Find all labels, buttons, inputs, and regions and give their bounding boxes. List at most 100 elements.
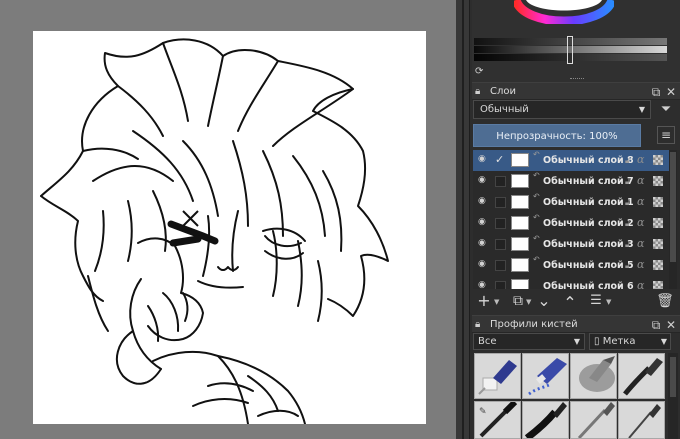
hamburger-icon[interactable]: ≡ — [657, 126, 675, 144]
refresh-icon[interactable]: ⟳ — [475, 66, 483, 77]
eye-icon[interactable]: ◉ — [478, 259, 486, 269]
checkbox[interactable] — [495, 197, 506, 208]
inherit-alpha-icon[interactable]: α — [637, 195, 644, 208]
tag-select[interactable]: ▯ Метка ▼ — [589, 333, 671, 350]
layer-type-icon: ↶ — [533, 192, 540, 201]
alpha-lock-icon[interactable]: 🔓︎ — [625, 219, 630, 229]
alpha-lock-icon[interactable]: 🔓︎ — [625, 156, 630, 166]
scrollbar-handle[interactable] — [670, 357, 676, 397]
lock-icon[interactable]: 🔒︎ — [475, 83, 480, 101]
opacity-slider[interactable]: Непрозрачность: 100% — [473, 124, 641, 147]
brush-filter-value: Все — [478, 336, 497, 347]
close-icon[interactable]: ✕ — [664, 318, 678, 332]
docker-splitter[interactable] — [462, 0, 464, 439]
layer-row[interactable]: ◉ ↶ Обычный слой 2 🔓︎ α — [473, 213, 669, 234]
chevron-down-icon[interactable]: ▼ — [526, 298, 531, 306]
inherit-alpha-icon[interactable]: α — [637, 153, 644, 166]
checkbox[interactable] — [495, 218, 506, 229]
layer-name: Обычный слой 2 — [543, 218, 634, 229]
move-up-icon[interactable]: ⌃ — [560, 293, 580, 313]
layer-row[interactable]: ◉ ↶ Обычный слой 3 🔓︎ α — [473, 234, 669, 255]
alpha-channel-icon[interactable] — [653, 197, 663, 207]
brush-preset-fineliner[interactable] — [570, 401, 617, 439]
layer-name: Обычный слой 8 — [543, 155, 634, 166]
alpha-lock-icon[interactable]: 🔓︎ — [625, 240, 630, 250]
alpha-channel-icon[interactable] — [653, 176, 663, 186]
layer-row[interactable]: ◉ ↶ Обычный слой 5 🔓︎ α — [473, 255, 669, 276]
tag-label: Метка — [602, 336, 636, 347]
eye-icon[interactable]: ◉ — [478, 175, 486, 185]
eye-icon[interactable]: ◉ — [478, 280, 486, 289]
alpha-channel-icon[interactable] — [653, 239, 663, 249]
brush-preset-pencil[interactable]: ✎ — [474, 401, 521, 439]
layer-type-icon: ↶ — [533, 234, 540, 243]
layer-thumbnail — [511, 174, 529, 188]
eye-icon[interactable]: ◉ — [478, 238, 486, 248]
panel-grip[interactable] — [570, 78, 584, 81]
checkbox[interactable] — [495, 239, 506, 250]
eye-icon[interactable]: ◉ — [478, 217, 486, 227]
brush-list-scrollbar[interactable] — [668, 353, 678, 439]
layer-thumbnail — [511, 258, 529, 272]
chevron-down-icon: ▼ — [660, 337, 667, 346]
alpha-lock-icon[interactable]: 🔓︎ — [625, 198, 630, 208]
color-ring[interactable] — [514, 0, 614, 24]
float-icon[interactable]: ⧉ — [649, 318, 663, 332]
checkbox[interactable] — [495, 281, 506, 289]
close-icon[interactable]: ✕ — [664, 85, 678, 99]
layer-row[interactable]: ◉ ↶ Обычный слой 1 🔓︎ α — [473, 192, 669, 213]
layers-panel-title: Слои — [490, 86, 516, 97]
add-icon[interactable]: + — [474, 291, 494, 311]
checkbox[interactable] — [495, 260, 506, 271]
blend-mode-select[interactable]: Обычный ▼ — [473, 100, 651, 119]
alpha-channel-icon[interactable] — [653, 218, 663, 228]
brush-preset-airbrush[interactable] — [570, 353, 617, 399]
brush-filter-select[interactable]: Все ▼ — [473, 333, 585, 350]
eye-icon[interactable]: ◉ — [478, 154, 486, 164]
chevron-down-icon[interactable]: ▼ — [606, 298, 611, 306]
alpha-lock-icon[interactable]: 🔓︎ — [625, 261, 630, 271]
layer-list-scrollbar[interactable] — [669, 150, 677, 289]
move-down-icon[interactable]: ⌄ — [534, 291, 554, 311]
alpha-lock-icon[interactable]: 🔓︎ — [625, 177, 630, 187]
layer-row[interactable]: ◉ ↶ Обычный слой 7 🔓︎ α — [473, 171, 669, 192]
layer-row[interactable]: ◉ Обычный слой 6 α — [473, 276, 669, 289]
properties-icon[interactable]: ☰ — [586, 291, 606, 311]
inherit-alpha-icon[interactable]: α — [637, 279, 644, 289]
brush-preset-marker[interactable] — [618, 353, 665, 399]
brush-presets-title: Профили кистей — [490, 319, 578, 330]
checkbox[interactable] — [495, 176, 506, 187]
eye-icon[interactable]: ◉ — [478, 196, 486, 206]
lock-icon[interactable]: 🔒︎ — [475, 316, 480, 334]
inherit-alpha-icon[interactable]: α — [637, 174, 644, 187]
value-cursor[interactable] — [567, 36, 573, 64]
brush-preset-ink-pen[interactable] — [522, 401, 569, 439]
alpha-channel-icon[interactable] — [653, 260, 663, 270]
float-icon[interactable]: ⧉ — [649, 85, 663, 99]
drawing-canvas[interactable] — [33, 31, 426, 424]
duplicate-icon[interactable]: ⧉ — [508, 291, 528, 311]
brush-preset-technical-pen[interactable] — [618, 401, 665, 439]
layer-thumbnail — [511, 216, 529, 230]
layer-toolbar: + ▼ ⧉ ▼ ⌄ ⌃ ☰ ▼ 🗑︎ — [472, 290, 680, 314]
scrollbar-handle[interactable] — [670, 152, 676, 262]
brush-preset-eraser-soft[interactable] — [522, 353, 569, 399]
layer-type-icon: ↶ — [533, 255, 540, 264]
brush-presets-header: 🔒︎ Профили кистей ⧉ ✕ — [472, 315, 680, 333]
alpha-channel-icon[interactable] — [653, 281, 663, 289]
layer-row[interactable]: ◉ ✓ ↶ Обычный слой 8 🔓︎ α — [473, 150, 669, 171]
alpha-channel-icon[interactable] — [653, 155, 663, 165]
layer-type-icon: ↶ — [533, 213, 540, 222]
chevron-down-icon[interactable]: ▼ — [494, 298, 499, 306]
inherit-alpha-icon[interactable]: α — [637, 237, 644, 250]
check-icon[interactable]: ✓ — [495, 153, 504, 166]
inherit-alpha-icon[interactable]: α — [637, 258, 644, 271]
inherit-alpha-icon[interactable]: α — [637, 216, 644, 229]
layers-panel-header: 🔒︎ Слои ⧉ ✕ — [472, 82, 680, 100]
brush-preset-eraser-block[interactable] — [474, 353, 521, 399]
filter-icon[interactable]: ⏷ — [656, 101, 676, 118]
trash-icon[interactable]: 🗑︎ — [655, 291, 675, 311]
advanced-color-selector[interactable]: ⟳ — [472, 0, 680, 82]
layer-thumbnail — [511, 195, 529, 209]
svg-text:✎: ✎ — [479, 407, 487, 417]
